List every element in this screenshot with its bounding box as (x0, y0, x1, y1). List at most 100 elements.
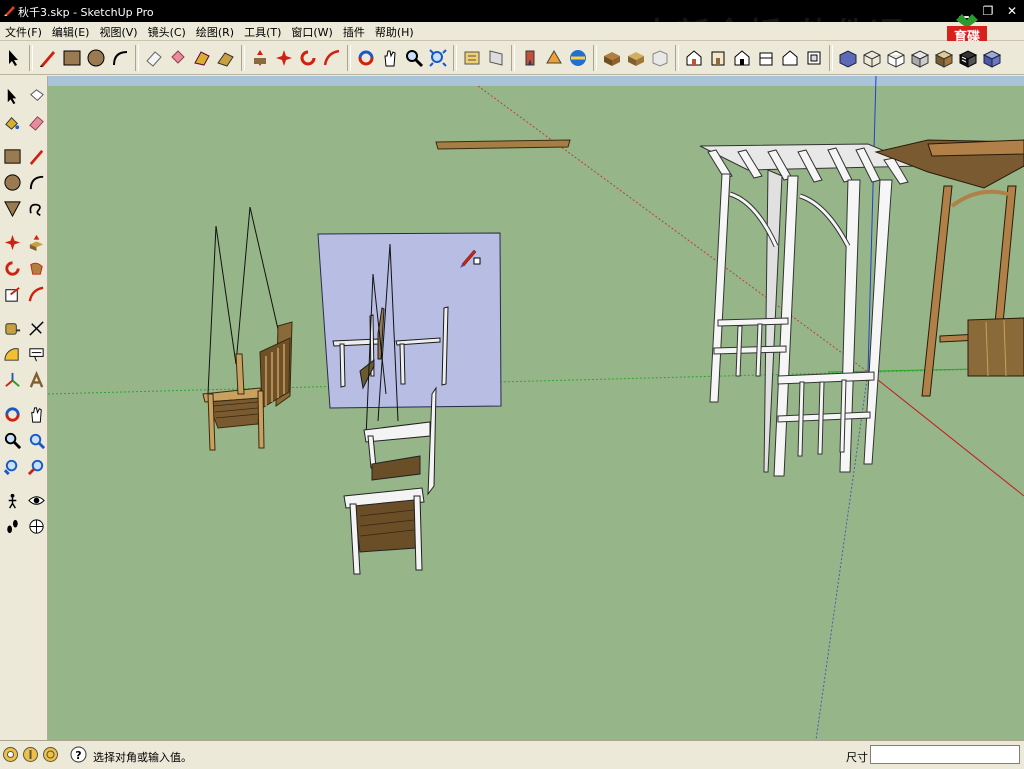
zoom-window-tool[interactable] (25, 428, 47, 453)
offset-tool[interactable] (25, 282, 47, 307)
wireframe-button[interactable] (861, 46, 883, 70)
pan-tool-button[interactable] (379, 46, 401, 70)
menu-view[interactable]: 视图(V) (94, 22, 142, 40)
scene-canvas[interactable] (48, 76, 1024, 740)
walk-tool[interactable] (1, 514, 23, 539)
menu-draw[interactable]: 绘图(R) (191, 22, 239, 40)
component-button[interactable] (461, 46, 483, 70)
top-view-button[interactable] (803, 46, 825, 70)
orbit-tool[interactable] (1, 402, 23, 427)
arc-tool-button[interactable] (109, 46, 131, 70)
section-plane-tool[interactable] (25, 514, 47, 539)
zoom-extents-tool[interactable] (25, 454, 47, 479)
shaded-button[interactable] (909, 46, 931, 70)
credits-icon[interactable] (22, 746, 39, 763)
select-tool-button[interactable] (3, 46, 25, 70)
dimension-tool[interactable] (25, 316, 47, 341)
walk-button[interactable] (519, 46, 541, 70)
toolbar-separator (511, 44, 515, 71)
iso-view-button[interactable] (683, 46, 705, 70)
select-tool[interactable] (1, 84, 23, 109)
white-pergola[interactable] (699, 143, 921, 477)
wooden-swing-bench[interactable] (202, 206, 293, 451)
follow-me-tool-button[interactable] (297, 46, 319, 70)
line-tool[interactable] (25, 144, 47, 169)
menu-plugins[interactable]: 插件 (338, 22, 370, 40)
model-viewport[interactable] (48, 76, 1024, 740)
push-pull-tool[interactable] (25, 230, 47, 255)
front-view-button[interactable] (707, 46, 729, 70)
make-component-tool[interactable] (25, 84, 47, 109)
position-camera-button[interactable] (567, 46, 589, 70)
protractor-icon (3, 348, 19, 361)
shaded-icon (910, 49, 930, 68)
shadows-button[interactable] (625, 46, 647, 70)
menu-window[interactable]: 窗口(W) (286, 22, 337, 40)
shaded-texture-button[interactable] (933, 46, 955, 70)
menu-edit[interactable]: 编辑(E) (47, 22, 95, 40)
menu-help[interactable]: 帮助(H) (370, 22, 419, 40)
push-pull-tool-button[interactable] (215, 46, 237, 70)
zoom-tool[interactable] (1, 428, 23, 453)
hidden-line-button[interactable] (885, 46, 907, 70)
move-tool[interactable] (1, 230, 23, 255)
section-button[interactable] (485, 46, 507, 70)
left-view-button[interactable] (779, 46, 801, 70)
menu-tools[interactable]: 工具(T) (239, 22, 286, 40)
orbit-tool-button[interactable] (355, 46, 377, 70)
window-title: 秋千3.skp - SketchUp Pro (18, 6, 154, 19)
zoom-tool-button[interactable] (403, 46, 425, 70)
arc-tool[interactable] (25, 170, 47, 195)
xray-button[interactable] (837, 46, 859, 70)
close-button[interactable]: ✕ (1000, 0, 1024, 22)
3d-text-tool[interactable] (25, 368, 47, 393)
previous-view-tool[interactable] (1, 454, 23, 479)
red-axis-dashed (477, 85, 869, 373)
styles-button[interactable] (601, 46, 623, 70)
look-around-tool[interactable] (25, 488, 47, 513)
rotate-tool-button[interactable] (273, 46, 295, 70)
axes-tool[interactable] (1, 368, 23, 393)
protractor-tool[interactable] (1, 342, 23, 367)
tape-measure-tool[interactable] (1, 316, 23, 341)
pencil-tool-button[interactable] (37, 46, 59, 70)
rectangle-tool-button[interactable] (61, 46, 83, 70)
paint-bucket-tool[interactable] (1, 110, 23, 135)
scale-icon (323, 49, 340, 65)
offset-tool-button[interactable] (191, 46, 213, 70)
position-camera-tool[interactable] (1, 488, 23, 513)
move-tool-button[interactable] (249, 46, 271, 70)
zoom-extents-tool-button[interactable] (427, 46, 449, 70)
toolbar-separator (593, 44, 597, 71)
right-view-button[interactable] (731, 46, 753, 70)
eraser-tool[interactable] (25, 110, 47, 135)
follow-me-tool[interactable] (25, 256, 47, 281)
circle-tool[interactable] (1, 170, 23, 195)
circle-tool-button[interactable] (85, 46, 107, 70)
pan-icon (30, 407, 42, 423)
toolbar-separator (241, 44, 245, 71)
rectangle-tool[interactable] (1, 144, 23, 169)
look-around-button[interactable] (543, 46, 565, 70)
back-view-button[interactable] (755, 46, 777, 70)
eraser-tool-button[interactable] (143, 46, 165, 70)
arc-icon (29, 175, 43, 190)
menu-file[interactable]: 文件(F) (0, 22, 47, 40)
user-icon[interactable] (42, 746, 59, 763)
rotate-tool[interactable] (1, 256, 23, 281)
text-tool[interactable] (25, 342, 47, 367)
monochrome-button[interactable] (957, 46, 979, 70)
scale-tool-button[interactable] (321, 46, 343, 70)
menu-camera[interactable]: 镜头(C) (143, 22, 191, 40)
measurements-input[interactable] (870, 745, 1020, 764)
freehand-tool[interactable] (25, 196, 47, 221)
face-style-button[interactable] (981, 46, 1003, 70)
floating-plank[interactable] (435, 139, 571, 150)
paint-bucket-tool-button[interactable] (167, 46, 189, 70)
fog-button[interactable] (649, 46, 671, 70)
scale-tool[interactable] (1, 282, 23, 307)
pan-tool[interactable] (25, 402, 47, 427)
polygon-tool[interactable] (1, 196, 23, 221)
help-icon[interactable]: ? (70, 746, 87, 763)
geo-location-icon[interactable] (2, 746, 19, 763)
